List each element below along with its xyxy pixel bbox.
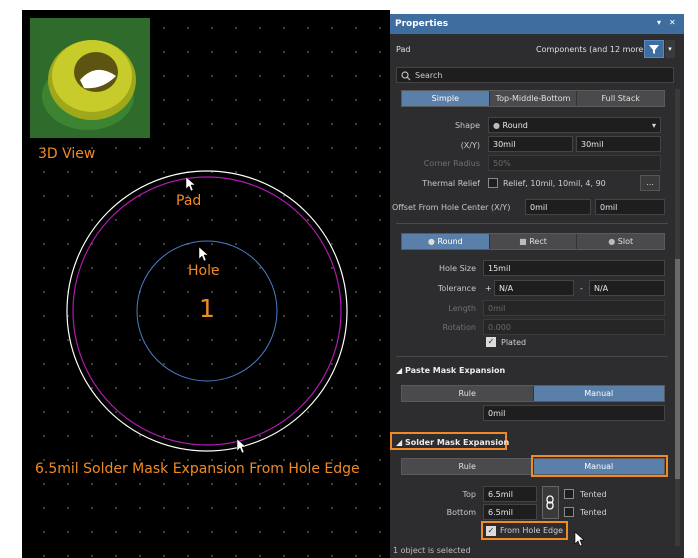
corner-radius-input: 50% <box>488 155 661 171</box>
tab-top-middle-bottom[interactable]: Top-Middle-Bottom <box>490 91 578 106</box>
section-divider <box>396 223 668 224</box>
length-input: 0mil <box>483 300 665 316</box>
tolerance-minus-input[interactable]: N/A <box>589 280 665 296</box>
panel-titlebar: Properties ▾ ✕ <box>390 14 684 34</box>
rotation-label: Rotation <box>442 323 476 332</box>
pin-icon[interactable]: ▾ <box>657 18 661 27</box>
close-icon[interactable]: ✕ <box>669 18 676 27</box>
expansion-caption: 6.5mil Solder Mask Expansion From Hole E… <box>35 461 360 477</box>
solder-mask-bottom-input[interactable]: 6.5mil <box>483 504 537 520</box>
tab-full-stack[interactable]: Full Stack <box>577 91 664 106</box>
solder-mask-bottom-label: Bottom <box>446 508 476 517</box>
search-placeholder: Search <box>415 71 443 80</box>
plated-label: Plated <box>501 338 527 347</box>
offset-y-input[interactable]: 0mil <box>595 199 665 215</box>
3d-view-label: 3D View <box>38 146 96 162</box>
mouse-cursor-icon <box>574 531 585 547</box>
paste-mask-title: Paste Mask Expansion <box>404 366 506 375</box>
tab-hole-round[interactable]: ● Round <box>402 234 490 249</box>
paste-mask-rule-tab[interactable]: Rule <box>402 386 534 401</box>
from-hole-edge-checkbox[interactable]: ✓ <box>486 526 496 536</box>
shape-select[interactable]: ● Round ▾ <box>488 117 661 133</box>
tolerance-plus-input[interactable]: N/A <box>494 280 574 296</box>
solder-mask-top-input[interactable]: 6.5mil <box>483 486 537 502</box>
panel-scrollbar[interactable] <box>675 89 680 554</box>
xy-label: (X/Y) <box>460 141 480 150</box>
tented-bottom-label: Tented <box>580 508 607 517</box>
length-label: Length <box>448 304 476 313</box>
tolerance-plus-sign: + <box>485 284 492 293</box>
size-x-input[interactable]: 30mil <box>488 136 573 152</box>
rotation-input: 0.000 <box>483 319 665 335</box>
highlight-box <box>531 455 668 477</box>
tented-top-checkbox[interactable] <box>564 489 574 499</box>
search-input[interactable]: Search <box>396 67 674 83</box>
status-bar: 1 object is selected <box>390 546 684 558</box>
mouse-cursor-icon <box>198 246 209 262</box>
collapse-arrow-icon: ◢ <box>396 366 405 375</box>
shape-label: Shape <box>454 121 480 130</box>
object-type: Pad <box>396 45 411 54</box>
panel-title: Properties <box>395 19 449 29</box>
filter-dropdown-arrow-icon[interactable]: ▾ <box>665 40 675 58</box>
hole-shape-tabs: ● Round ■ Rect ● Slot <box>401 233 665 250</box>
pad-label: Pad <box>176 193 202 209</box>
thermal-relief-edit-button[interactable]: ... <box>640 175 660 191</box>
collapse-arrow-icon: ◢ <box>396 438 405 447</box>
tolerance-minus-sign: - <box>580 284 583 293</box>
plated-checkbox[interactable]: ✓ <box>486 337 496 347</box>
window-edge <box>684 14 698 558</box>
offset-x-input[interactable]: 0mil <box>525 199 591 215</box>
thermal-relief-label: Thermal Relief <box>422 179 480 188</box>
layer-mode-tabs: Simple Top-Middle-Bottom Full Stack <box>401 90 665 107</box>
shape-value: Round <box>502 121 528 130</box>
hole-size-label: Hole Size <box>438 264 476 273</box>
link-values-button[interactable] <box>542 486 559 519</box>
filter-icon <box>649 45 659 54</box>
search-icon <box>401 71 411 81</box>
slot-icon: ● <box>608 237 618 246</box>
tolerance-label: Tolerance <box>437 284 476 293</box>
paste-mask-section-header[interactable]: ◢ Paste Mask Expansion <box>396 366 505 375</box>
link-chain-icon <box>546 495 554 510</box>
properties-panel: Properties ▾ ✕ Pad Components (and 12 mo… <box>390 14 684 558</box>
pcb-canvas[interactable]: 3D View Pad Hole 1 6.5mil Solder Mask Ex… <box>22 10 390 558</box>
tab-hole-round-label: Round <box>437 237 463 246</box>
round-shape-icon: ● <box>493 121 500 130</box>
mouse-cursor-icon <box>185 176 196 192</box>
pad-number: 1 <box>199 294 215 323</box>
section-divider <box>396 356 668 357</box>
offset-label: Offset From Hole Center (X/Y) <box>392 203 511 212</box>
solder-mask-top-label: Top <box>462 490 477 499</box>
thermal-relief-checkbox[interactable] <box>488 178 498 188</box>
tab-hole-rect[interactable]: ■ Rect <box>490 234 578 249</box>
dropdown-arrow-icon: ▾ <box>651 121 656 130</box>
paste-mask-manual-tab[interactable]: Manual <box>533 386 664 401</box>
solder-mask-section-header[interactable]: ◢ Solder Mask Expansion <box>396 438 509 447</box>
size-y-input[interactable]: 30mil <box>576 136 661 152</box>
tented-bottom-checkbox[interactable] <box>564 507 574 517</box>
paste-mask-mode-tabs: Rule Manual <box>401 385 665 402</box>
tab-hole-slot[interactable]: ● Slot <box>577 234 664 249</box>
thermal-relief-value: Relief, 10mil, 10mil, 4, 90 <box>503 179 606 188</box>
round-icon: ● <box>427 237 438 246</box>
filter-button[interactable] <box>644 40 664 58</box>
tab-hole-slot-label: Slot <box>617 237 634 246</box>
tab-simple[interactable]: Simple <box>402 91 490 106</box>
paste-mask-value-input[interactable]: 0mil <box>483 405 665 421</box>
tented-top-label: Tented <box>580 490 607 499</box>
filter-summary[interactable]: Components (and 12 more) <box>536 45 646 54</box>
hole-label: Hole <box>188 263 220 279</box>
hole-size-input[interactable]: 15mil <box>483 260 665 276</box>
solder-mask-rule-tab[interactable]: Rule <box>402 459 534 474</box>
tab-hole-rect-label: Rect <box>529 237 547 246</box>
solder-mask-title: Solder Mask Expansion <box>404 438 510 447</box>
rect-icon: ■ <box>519 237 530 246</box>
panel-scroll-thumb[interactable] <box>675 259 680 479</box>
corner-radius-label: Corner Radius <box>423 159 480 168</box>
from-hole-edge-label: From Hole Edge <box>500 526 564 535</box>
